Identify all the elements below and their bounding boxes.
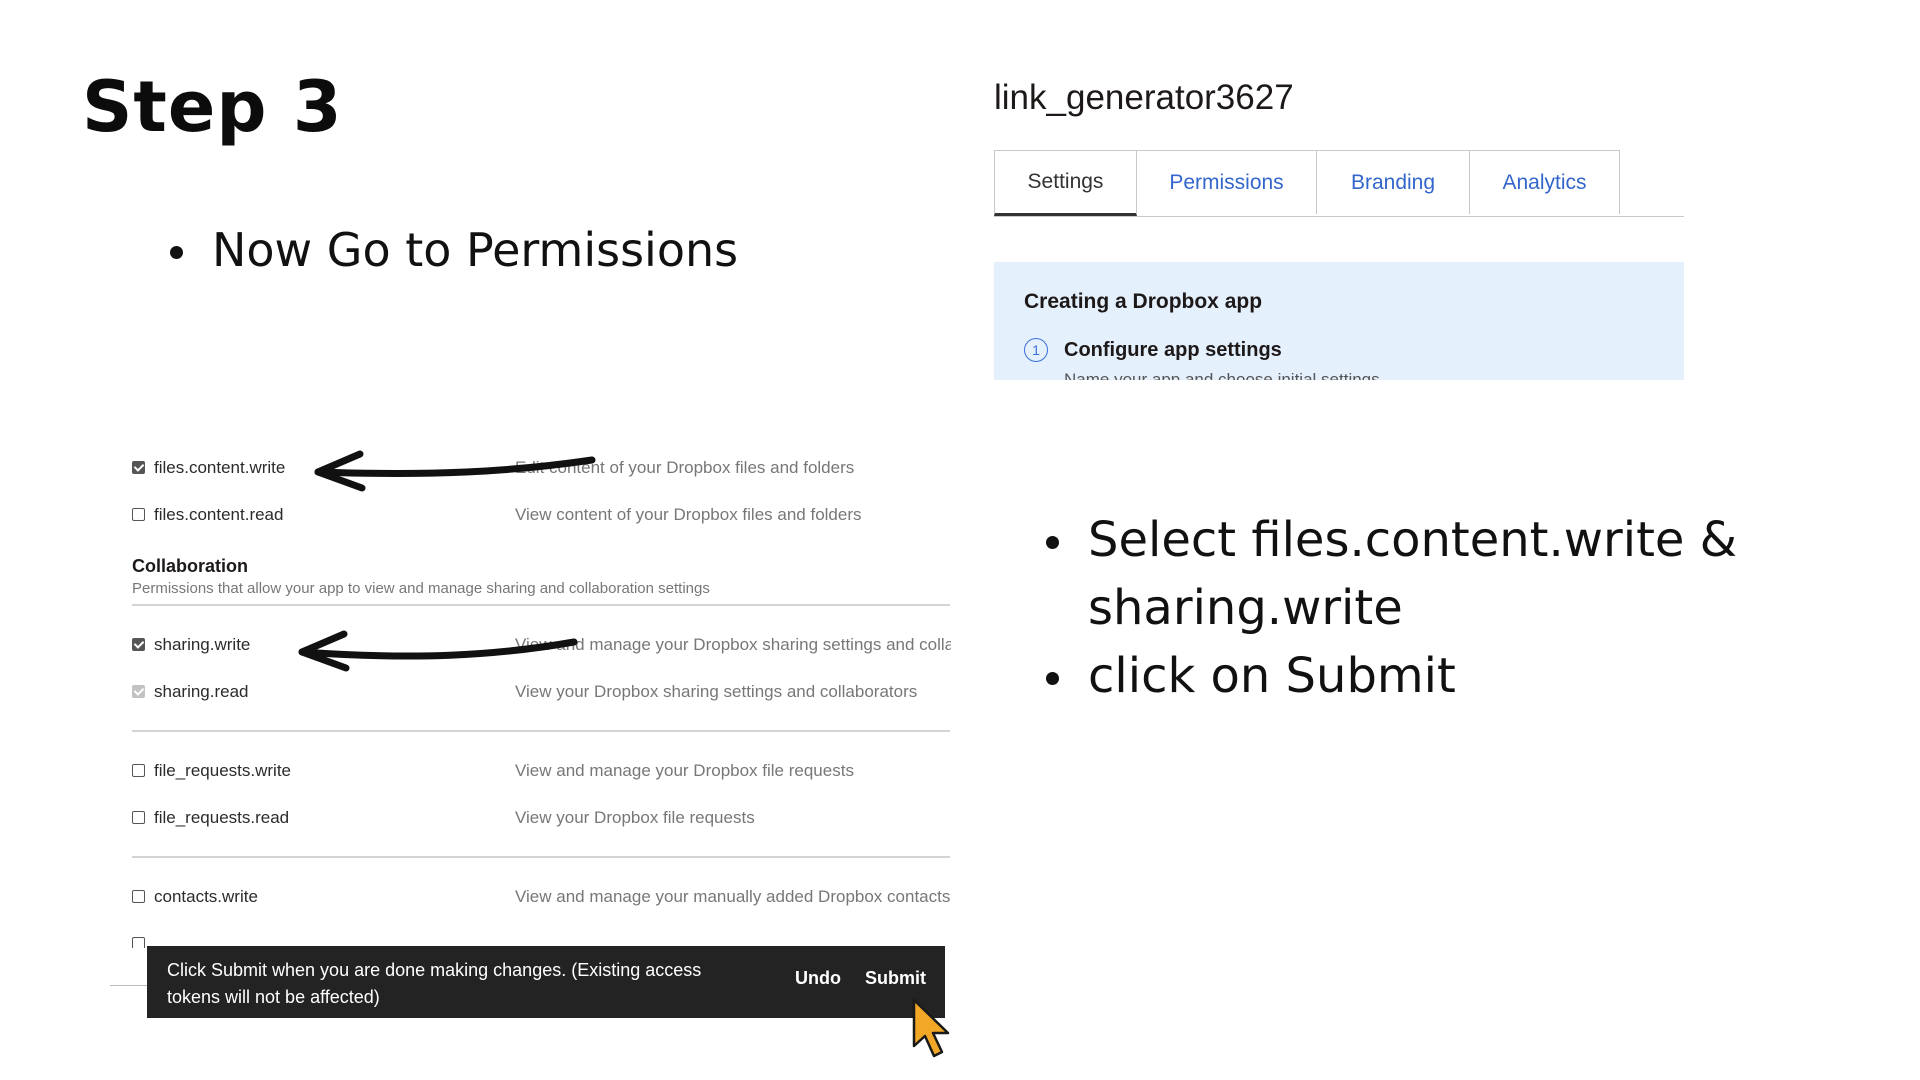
checkbox-files-content-write[interactable] xyxy=(132,461,145,474)
divider xyxy=(132,730,950,732)
divider xyxy=(110,985,150,986)
permission-name: file_requests.write xyxy=(154,761,292,780)
tab-branding[interactable]: Branding xyxy=(1316,150,1470,214)
divider xyxy=(132,856,950,858)
right-bullet-list: Select files.content.write & sharing.wri… xyxy=(1042,506,1802,710)
info-step-label: Configure app settings xyxy=(1064,338,1282,361)
permission-description: View and manage your Dropbox file reques… xyxy=(515,761,854,780)
divider xyxy=(132,604,950,606)
permission-name: sharing.read xyxy=(154,682,249,701)
permission-row-files-content-read: files.content.read View content of your … xyxy=(132,505,950,535)
bullet-click-submit: click on Submit xyxy=(1042,642,1802,710)
checkbox-file-requests-read[interactable] xyxy=(132,811,145,824)
checkbox-partial[interactable] xyxy=(132,937,145,948)
info-step-description: Name your app and choose initial setting… xyxy=(1064,370,1380,380)
toast-message: Click Submit when you are done making ch… xyxy=(167,960,702,1007)
permission-description: View your Dropbox sharing settings and c… xyxy=(515,682,918,701)
section-subtitle-collaboration: Permissions that allow your app to view … xyxy=(132,580,710,597)
slide-title: Step 3 xyxy=(82,66,343,148)
permission-name: files.content.write xyxy=(154,458,286,477)
app-name: link_generator3627 xyxy=(994,78,1294,117)
arrow-annotation-icon xyxy=(298,630,578,672)
info-box-title: Creating a Dropbox app xyxy=(1024,290,1263,313)
arrow-annotation-icon xyxy=(314,450,596,492)
permission-description: View content of your Dropbox files and f… xyxy=(515,505,862,524)
checkbox-contacts-write[interactable] xyxy=(132,890,145,903)
permission-description: View your Dropbox file requests xyxy=(515,808,755,827)
app-tabs: Settings Permissions Branding Analytics xyxy=(994,150,1684,217)
section-title-collaboration: Collaboration xyxy=(132,556,248,576)
permission-row-contacts-write: contacts.write View and manage your manu… xyxy=(132,887,950,917)
checkbox-sharing-write[interactable] xyxy=(132,638,145,651)
step-number-badge: 1 xyxy=(1024,338,1048,362)
permission-row-file-requests-read: file_requests.read View your Dropbox fil… xyxy=(132,808,950,838)
bullet-select-permissions: Select files.content.write & sharing.wri… xyxy=(1042,506,1802,642)
undo-button[interactable]: Undo xyxy=(795,968,841,989)
permission-name: file_requests.read xyxy=(154,808,290,827)
checkbox-sharing-read xyxy=(132,685,145,698)
app-header-panel: link_generator3627 Settings Permissions … xyxy=(994,70,1684,380)
submit-toast: Click Submit when you are done making ch… xyxy=(147,946,945,1018)
tab-settings[interactable]: Settings xyxy=(994,150,1137,216)
permission-row-sharing-read: sharing.read View your Dropbox sharing s… xyxy=(132,682,950,712)
tab-analytics[interactable]: Analytics xyxy=(1469,150,1620,214)
checkbox-files-content-read[interactable] xyxy=(132,508,145,521)
mouse-pointer-icon xyxy=(912,998,950,1058)
permission-name: files.content.read xyxy=(154,505,284,524)
permission-name: sharing.write xyxy=(154,635,251,654)
bullet-go-to-permissions: Now Go to Permissions xyxy=(166,222,738,278)
creating-app-info-box: Creating a Dropbox app 1 Configure app s… xyxy=(994,262,1684,380)
info-step: 1 Configure app settings xyxy=(1024,338,1282,362)
submit-button[interactable]: Submit xyxy=(865,968,926,989)
permission-name: contacts.write xyxy=(154,887,258,906)
left-bullet-list: Now Go to Permissions xyxy=(166,222,738,278)
tab-permissions[interactable]: Permissions xyxy=(1136,150,1317,214)
checkbox-file-requests-write[interactable] xyxy=(132,764,145,777)
permission-description: View and manage your manually added Drop… xyxy=(515,887,951,906)
permission-row-file-requests-write: file_requests.write View and manage your… xyxy=(132,761,950,791)
